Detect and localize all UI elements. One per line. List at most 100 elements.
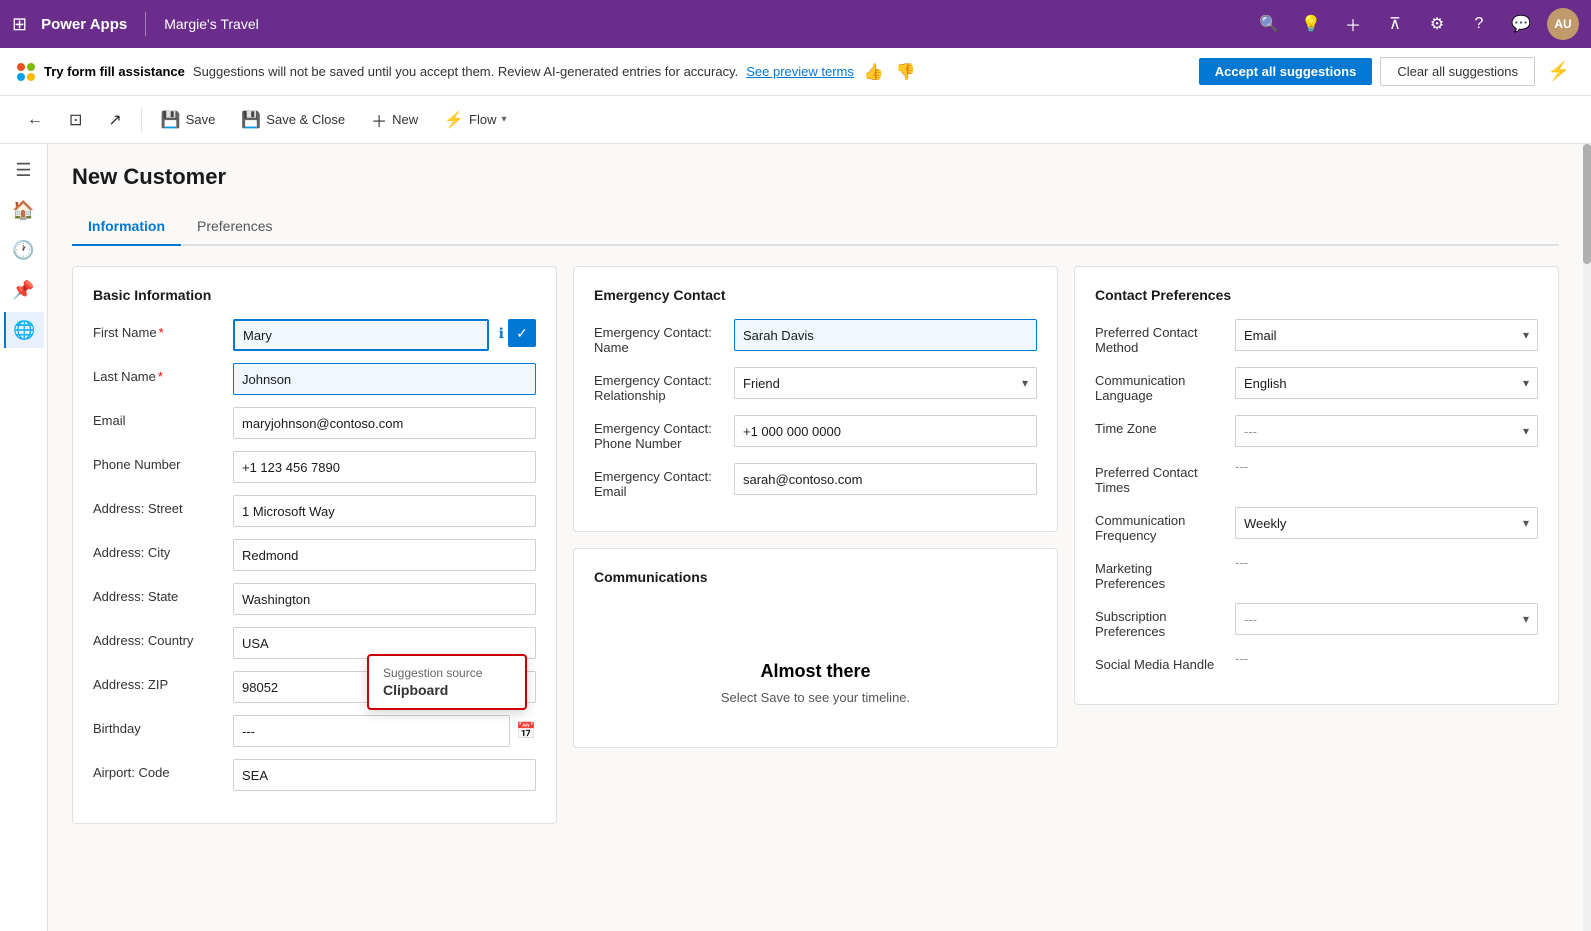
nav-divider <box>145 12 146 36</box>
ec-name-label: Emergency Contact: Name <box>594 319 724 355</box>
scrollbar-thumb <box>1583 144 1591 264</box>
accept-all-button[interactable]: Accept all suggestions <box>1199 58 1373 85</box>
sidebar-globe-icon[interactable]: 🌐 <box>4 312 44 348</box>
field-row-birthday: Birthday 📅 <box>93 715 536 747</box>
restore-button[interactable]: ⊡ <box>58 104 93 136</box>
timezone-arrow: ▾ <box>1523 424 1529 438</box>
tab-information[interactable]: Information <box>72 210 181 246</box>
sidebar-menu-icon[interactable]: ☰ <box>6 152 42 188</box>
last-name-input[interactable] <box>233 363 536 395</box>
field-row-first-name: First Name* ℹ ✓ <box>93 319 536 351</box>
field-row-airport-code: Airport: Code <box>93 759 536 791</box>
state-label: Address: State <box>93 583 223 604</box>
subscription-select[interactable]: --- ▾ <box>1235 603 1538 635</box>
timezone-select[interactable]: --- ▾ <box>1235 415 1538 447</box>
nav-page-title: Margie's Travel <box>164 16 258 32</box>
calendar-icon[interactable]: 📅 <box>516 721 536 741</box>
field-row-marketing: Marketing Preferences --- <box>1095 555 1538 591</box>
main-layout: ☰ 🏠 🕐 📌 🌐 New Customer Information Prefe… <box>0 144 1591 931</box>
comm-freq-arrow: ▾ <box>1523 516 1529 530</box>
restore-icon: ⊡ <box>69 110 82 130</box>
almost-there-text: Select Save to see your timeline. <box>614 690 1017 705</box>
ai-preview-terms-link[interactable]: See preview terms <box>746 64 854 79</box>
phone-label: Phone Number <box>93 451 223 472</box>
ec-phone-input[interactable] <box>734 415 1037 447</box>
contact-preferences-section: Contact Preferences Preferred Contact Me… <box>1074 266 1559 705</box>
emergency-contact-section: Emergency Contact Emergency Contact: Nam… <box>573 266 1058 532</box>
add-icon[interactable]: ＋ <box>1337 8 1369 40</box>
tab-preferences[interactable]: Preferences <box>181 210 288 246</box>
marketing-label: Marketing Preferences <box>1095 555 1225 591</box>
social-label: Social Media Handle <box>1095 651 1225 672</box>
new-label: New <box>392 112 418 127</box>
sidebar-recent-icon[interactable]: 🕐 <box>6 232 42 268</box>
chat-icon[interactable]: 💬 <box>1505 8 1537 40</box>
search-icon[interactable]: 🔍 <box>1253 8 1285 40</box>
first-name-label: First Name* <box>93 319 223 340</box>
contact-times-value: --- <box>1235 459 1248 474</box>
flow-icon: ⚡ <box>444 110 464 130</box>
save-button[interactable]: 💾 Save <box>150 104 227 136</box>
save-label: Save <box>186 112 216 127</box>
ec-email-input[interactable] <box>734 463 1037 495</box>
state-input[interactable] <box>233 583 536 615</box>
new-button[interactable]: ＋ New <box>360 102 429 138</box>
lightbulb-icon[interactable]: 💡 <box>1295 8 1327 40</box>
filter-icon[interactable]: ⊼ <box>1379 8 1411 40</box>
communications-title: Communications <box>594 569 1037 585</box>
social-value: --- <box>1235 651 1248 666</box>
back-button[interactable]: ← <box>16 105 54 135</box>
app-name: Power Apps <box>41 16 127 33</box>
save-close-label: Save & Close <box>266 112 345 127</box>
ec-rel-label: Emergency Contact: Relationship <box>594 367 724 403</box>
birthday-input[interactable] <box>233 715 510 747</box>
email-input[interactable] <box>233 407 536 439</box>
street-input[interactable] <box>233 495 536 527</box>
ec-rel-select[interactable]: Friend ▾ <box>734 367 1037 399</box>
avatar[interactable]: AU <box>1547 8 1579 40</box>
grid-menu-icon[interactable]: ⊞ <box>12 14 27 35</box>
sidebar-home-icon[interactable]: 🏠 <box>6 192 42 228</box>
ai-bar-description: Suggestions will not be saved until you … <box>193 64 738 79</box>
subscription-value: --- <box>1244 612 1257 627</box>
right-scrollbar[interactable] <box>1583 144 1591 931</box>
field-row-ec-email: Emergency Contact: Email <box>594 463 1037 499</box>
thumbs-up-icon[interactable]: 👍 <box>864 62 884 82</box>
country-label: Address: Country <box>93 627 223 648</box>
main-content: New Customer Information Preferences Bas… <box>48 144 1583 931</box>
comm-lang-select[interactable]: English ▾ <box>1235 367 1538 399</box>
redirect-button[interactable]: ↗ <box>97 104 132 136</box>
comm-lang-arrow: ▾ <box>1523 376 1529 390</box>
sidebar-pin-icon[interactable]: 📌 <box>6 272 42 308</box>
first-name-input[interactable] <box>233 319 489 351</box>
accept-first-name-btn[interactable]: ✓ <box>508 319 536 347</box>
field-row-contact-method: Preferred Contact Method Email ▾ <box>1095 319 1538 355</box>
form-sections: Basic Information First Name* ℹ ✓ Last <box>72 266 1559 824</box>
settings-icon[interactable]: ⚙ <box>1421 8 1453 40</box>
subscription-label: Subscription Preferences <box>1095 603 1225 639</box>
contact-times-label: Preferred Contact Times <box>1095 459 1225 495</box>
redirect-icon: ↗ <box>108 110 121 130</box>
field-row-state: Address: State <box>93 583 536 615</box>
clear-all-button[interactable]: Clear all suggestions <box>1380 57 1535 86</box>
phone-input[interactable] <box>233 451 536 483</box>
field-row-city: Address: City <box>93 539 536 571</box>
flow-button[interactable]: ⚡ Flow ▾ <box>433 104 517 136</box>
comm-freq-select[interactable]: Weekly ▾ <box>1235 507 1538 539</box>
save-close-button[interactable]: 💾 Save & Close <box>230 104 356 136</box>
ec-name-input[interactable] <box>734 319 1037 351</box>
info-icon[interactable]: ℹ <box>499 325 504 342</box>
contact-method-select[interactable]: Email ▾ <box>1235 319 1538 351</box>
help-icon[interactable]: ? <box>1463 8 1495 40</box>
subscription-arrow: ▾ <box>1523 612 1529 626</box>
copilot-icon[interactable]: ⚡ <box>1543 56 1575 88</box>
city-input[interactable] <box>233 539 536 571</box>
first-name-required: * <box>159 325 164 340</box>
airport-code-input[interactable] <box>233 759 536 791</box>
left-sidebar: ☰ 🏠 🕐 📌 🌐 <box>0 144 48 931</box>
field-row-street: Address: Street <box>93 495 536 527</box>
toolbar-divider-1 <box>141 108 142 132</box>
field-row-comm-freq: Communication Frequency Weekly ▾ <box>1095 507 1538 543</box>
airport-code-label: Airport: Code <box>93 759 223 780</box>
thumbs-down-icon[interactable]: 👎 <box>896 62 916 82</box>
